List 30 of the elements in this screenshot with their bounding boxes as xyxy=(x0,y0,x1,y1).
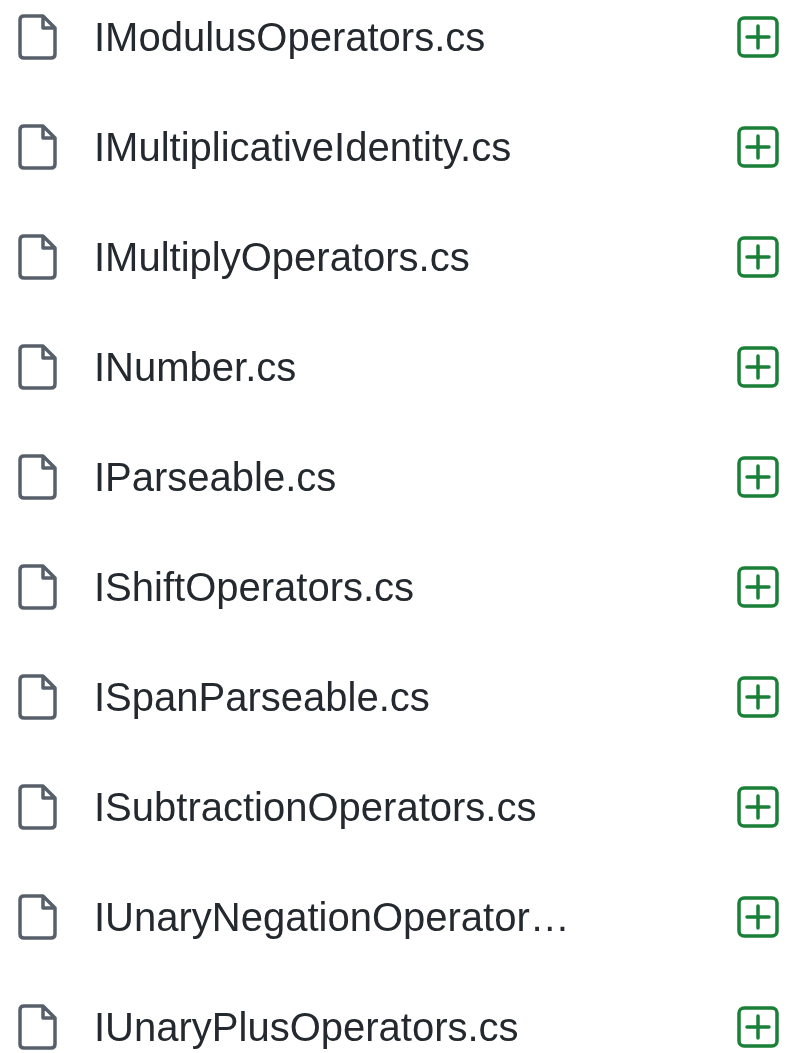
add-file-button[interactable] xyxy=(736,455,780,499)
file-name[interactable]: INumber.cs xyxy=(94,344,736,390)
add-file-button[interactable] xyxy=(736,125,780,169)
file-icon xyxy=(18,1004,58,1050)
file-icon xyxy=(18,344,58,390)
file-icon xyxy=(18,454,58,500)
file-icon xyxy=(18,14,58,60)
add-file-button[interactable] xyxy=(736,1005,780,1049)
add-file-button[interactable] xyxy=(736,15,780,59)
file-icon xyxy=(18,234,58,280)
file-icon xyxy=(18,784,58,830)
file-name[interactable]: IMultiplyOperators.cs xyxy=(94,234,736,280)
file-name[interactable]: IMultiplicativeIdentity.cs xyxy=(94,124,736,170)
file-icon xyxy=(18,894,58,940)
add-file-button[interactable] xyxy=(736,785,780,829)
file-name[interactable]: IShiftOperators.cs xyxy=(94,564,736,610)
add-file-button[interactable] xyxy=(736,235,780,279)
file-icon xyxy=(18,564,58,610)
add-file-button[interactable] xyxy=(736,345,780,389)
file-icon xyxy=(18,124,58,170)
file-name[interactable]: IUnaryPlusOperators.cs xyxy=(94,1004,736,1050)
add-file-button[interactable] xyxy=(736,565,780,609)
file-name[interactable]: IUnaryNegationOperator… xyxy=(94,894,736,940)
file-name[interactable]: IModulusOperators.cs xyxy=(94,14,736,60)
file-icon xyxy=(18,674,58,720)
file-name[interactable]: ISubtractionOperators.cs xyxy=(94,784,736,830)
file-name[interactable]: IParseable.cs xyxy=(94,454,736,500)
file-name[interactable]: ISpanParseable.cs xyxy=(94,674,736,720)
add-file-button[interactable] xyxy=(736,675,780,719)
add-file-button[interactable] xyxy=(736,895,780,939)
